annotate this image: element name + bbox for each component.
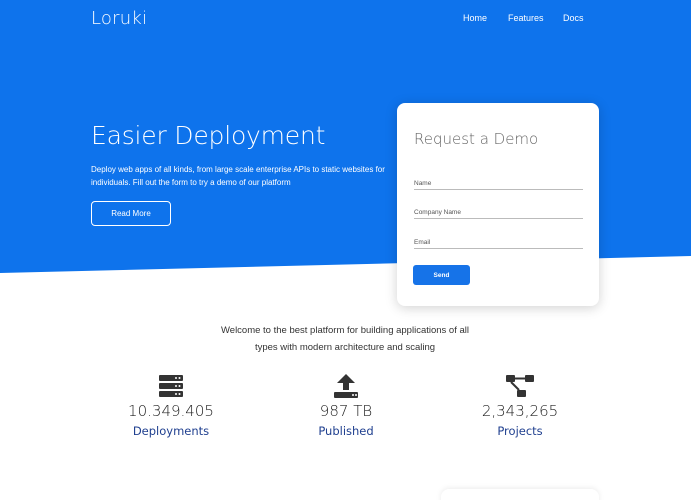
stat-label: Projects <box>497 424 543 438</box>
stat-label: Deployments <box>132 424 210 438</box>
send-button[interactable]: Send <box>413 265 470 285</box>
nav-link-home[interactable]: Home <box>463 13 487 23</box>
stat-deployments: 10.349.405 Deployments <box>96 373 246 438</box>
stat-projects: 2,343,265 Projects <box>445 373 595 438</box>
stat-value: 10.349.405 <box>128 402 214 420</box>
upload-icon <box>271 373 421 399</box>
nav-link-docs[interactable]: Docs <box>563 13 584 23</box>
brand-logo[interactable]: Loruki <box>91 8 147 29</box>
name-field[interactable] <box>414 178 583 190</box>
email-field[interactable] <box>414 237 583 249</box>
welcome-text: Welcome to the best platform for buildin… <box>220 325 469 353</box>
stat-value: 987 TB <box>319 402 373 420</box>
bottom-card <box>441 489 599 500</box>
hero-title: Easier Deployment <box>91 121 326 150</box>
stat-label: Published <box>318 424 374 438</box>
navbar: Loruki Home Features Docs <box>0 0 691 38</box>
project-diagram-icon <box>445 373 595 399</box>
company-name-field[interactable] <box>414 207 583 219</box>
stat-published: 987 TB Published <box>271 373 421 438</box>
server-icon <box>96 373 246 399</box>
nav-link-features[interactable]: Features <box>508 13 544 23</box>
stat-value: 2,343,265 <box>481 402 559 420</box>
request-demo-title: Request a Demo <box>414 130 539 148</box>
hero-description: Deploy web apps of all kinds, from large… <box>91 165 385 187</box>
read-more-button[interactable]: Read More <box>91 201 171 226</box>
